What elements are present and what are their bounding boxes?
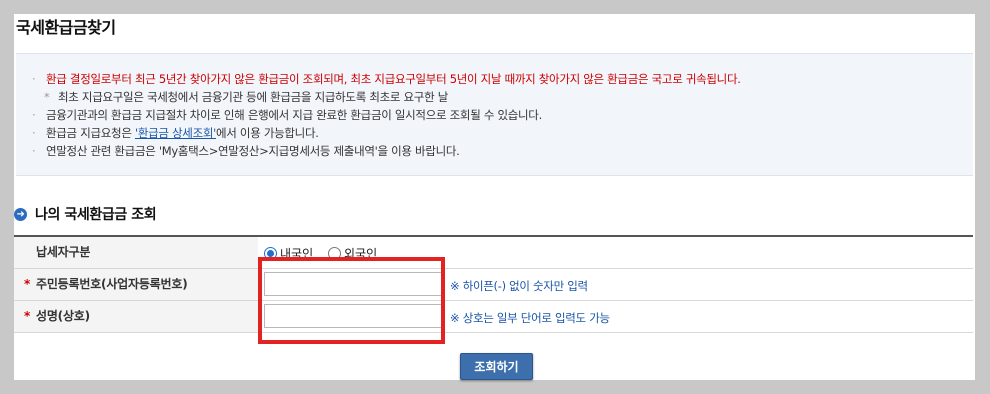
notice-item: · 금융기관과의 환급금 지급절차 차이로 인해 은행에서 지급 완료한 환급금이…: [32, 108, 542, 122]
notice-list: · 환급 결정일로부터 최근 5년간 찾아가지 않은 환급금이 조회되며, 최초 …: [32, 70, 741, 160]
arrow-right-circle-icon: ➜: [14, 207, 27, 221]
name-hint: ※ 상호는 일부 단어로 입력도 가능: [450, 311, 610, 325]
form-row-name: * 성명(상호) ※ 상호는 일부 단어로 입력도 가능: [14, 301, 973, 333]
section-title: ➜ 나의 국세환급금 조회: [14, 204, 157, 224]
name-input[interactable]: [264, 304, 442, 328]
field-value: 내국인 외국인: [258, 237, 973, 268]
notice-item: · 환급 결정일로부터 최근 5년간 찾아가지 않은 환급금이 조회되며, 최초 …: [32, 72, 741, 86]
rrn-input[interactable]: [264, 272, 442, 296]
radio-foreign[interactable]: 외국인: [328, 245, 377, 262]
notice-item: · 연말정산 관련 환급금은 'My홈택스>연말정산>지급명세서등 제출내역'을 …: [32, 144, 460, 158]
rrn-hint: ※ 하이픈(-) 없이 숫자만 입력: [450, 279, 588, 293]
notice-item: · 환급금 지급요청은 '환급금 상세조회'에서 이용 가능합니다.: [32, 126, 319, 140]
form-row-rrn: * 주민등록번호(사업자등록번호) ※ 하이픈(-) 없이 숫자만 입력: [14, 269, 973, 301]
search-form: 납세자구분 내국인 외국인 * 주민등록번호(사업자등록번호) ※ 하이픈(-) …: [14, 235, 973, 333]
notice-subitem: * 최초 지급요구일은 국세청에서 금융기관 등에 환급금을 지급하도록 최초로 …: [44, 90, 448, 104]
notice-box: · 환급 결정일로부터 최근 5년간 찾아가지 않은 환급금이 조회되며, 최초 …: [16, 53, 973, 176]
radio-unchecked-icon: [328, 247, 341, 260]
page-title: 국세환급금찾기: [16, 18, 116, 37]
radio-checked-icon: [264, 247, 277, 260]
radio-domestic[interactable]: 내국인: [264, 245, 313, 262]
field-value: ※ 상호는 일부 단어로 입력도 가능: [258, 301, 973, 332]
search-button[interactable]: 조회하기: [460, 353, 533, 380]
refund-detail-link[interactable]: '환급금 상세조회': [135, 126, 216, 140]
content-panel: 국세환급금찾기 · 환급 결정일로부터 최근 5년간 찾아가지 않은 환급금이 조…: [14, 14, 975, 380]
form-row-taxpayer-type: 납세자구분 내국인 외국인: [14, 237, 973, 269]
field-label: 납세자구분: [14, 237, 258, 268]
field-value: ※ 하이픈(-) 없이 숫자만 입력: [258, 269, 973, 300]
field-label: * 주민등록번호(사업자등록번호): [14, 269, 258, 300]
field-label: * 성명(상호): [14, 301, 258, 332]
